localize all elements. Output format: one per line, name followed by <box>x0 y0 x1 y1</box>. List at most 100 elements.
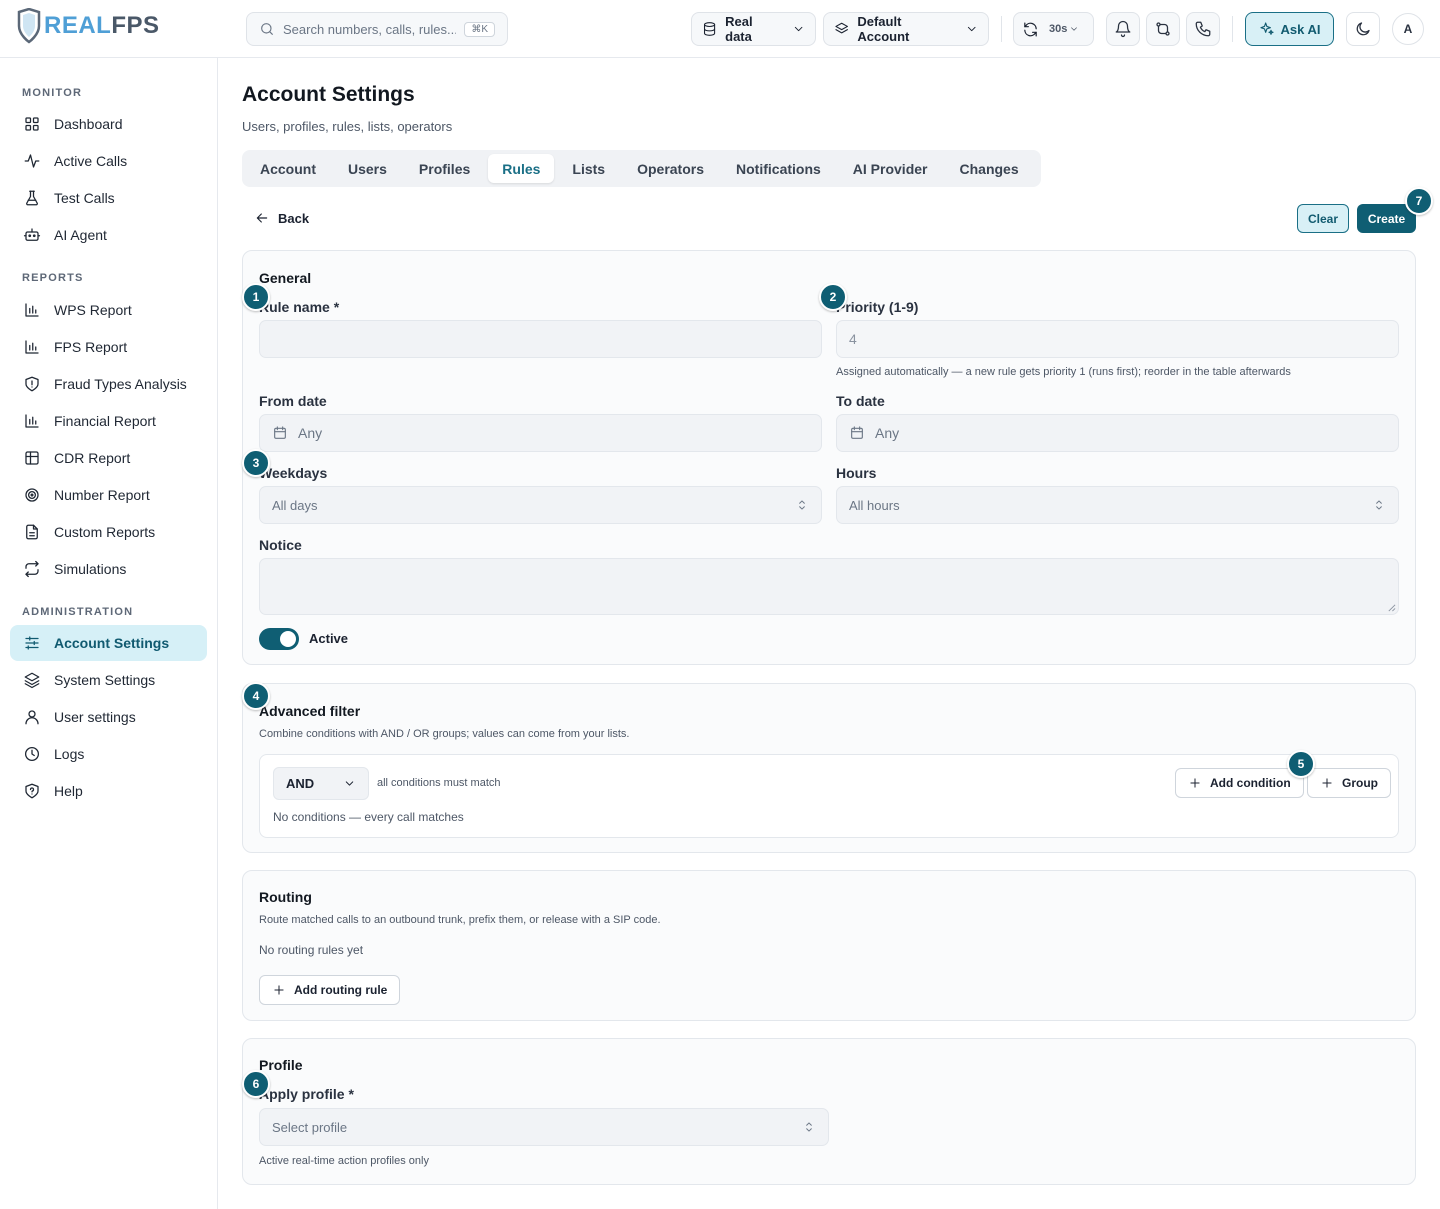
step-badge-7: 7 <box>1405 187 1433 215</box>
activity-icon <box>24 154 40 168</box>
routing-card: Routing Route matched calls to an outbou… <box>242 870 1416 1021</box>
notice-label: Notice <box>259 537 302 553</box>
tab-users[interactable]: Users <box>334 154 401 183</box>
step-badge-4: 4 <box>242 682 270 710</box>
sidebar-item-label: AI Agent <box>54 227 107 243</box>
apply-profile-select[interactable]: Select profile <box>259 1108 829 1146</box>
clear-button[interactable]: Clear <box>1297 204 1349 233</box>
add-condition-button[interactable]: Add condition <box>1175 768 1304 798</box>
target-icon <box>25 488 39 502</box>
sidebar-item-simulations[interactable]: Simulations <box>10 551 207 587</box>
notice-textarea[interactable] <box>259 558 1399 615</box>
toolbar-divider <box>1232 16 1233 42</box>
sidebar-item-label: Fraud Types Analysis <box>54 376 187 392</box>
account-select[interactable]: Default Account <box>823 12 989 46</box>
no-conditions-text: No conditions — every call matches <box>273 810 464 824</box>
tab-changes[interactable]: Changes <box>946 154 1033 183</box>
theme-toggle-button[interactable] <box>1346 12 1380 46</box>
main-content: Account Settings Users, profiles, rules,… <box>218 58 1440 1209</box>
sidebar-item-fraud-types-analysis[interactable]: Fraud Types Analysis <box>10 366 207 402</box>
sidebar-item-test-calls[interactable]: Test Calls <box>10 180 207 216</box>
sidebar-item-user-settings[interactable]: User settings <box>10 699 207 735</box>
add-routing-rule-label: Add routing rule <box>294 983 388 997</box>
phone-button[interactable] <box>1186 12 1220 46</box>
tab-account[interactable]: Account <box>246 154 330 183</box>
app-logo[interactable]: REALFPS <box>16 8 160 44</box>
weekdays-select[interactable]: All days <box>259 486 822 524</box>
sidebar-item-account-settings[interactable]: Account Settings <box>10 625 207 661</box>
database-icon <box>703 22 716 36</box>
weekdays-value: All days <box>272 497 318 513</box>
sidebar-section-administration: ADMINISTRATION <box>22 606 134 618</box>
tab-ai-provider[interactable]: AI Provider <box>839 154 942 183</box>
add-group-button[interactable]: Group <box>1307 768 1391 798</box>
plus-icon <box>1190 778 1200 788</box>
sidebar-item-label: Custom Reports <box>54 524 156 540</box>
shield-alert-icon <box>25 376 39 392</box>
git-compare-icon <box>1156 22 1170 36</box>
sidebar-item-active-calls[interactable]: Active Calls <box>10 143 207 179</box>
chevron-down-icon <box>967 26 976 32</box>
tab-operators[interactable]: Operators <box>623 154 718 183</box>
add-routing-rule-button[interactable]: Add routing rule <box>259 975 401 1005</box>
apply-profile-hint: Active real-time action profiles only <box>259 1155 429 1167</box>
sidebar-item-logs[interactable]: Logs <box>10 736 207 772</box>
search-placeholder: Search numbers, calls, rules... <box>283 21 457 37</box>
logo-text-real: REAL <box>44 12 112 39</box>
tab-rules[interactable]: Rules <box>488 154 555 183</box>
resize-handle-icon[interactable] <box>1387 603 1396 612</box>
apply-profile-placeholder: Select profile <box>272 1119 348 1135</box>
advanced-filter-description: Combine conditions with AND / OR groups;… <box>259 728 630 740</box>
sidebar-item-ai-agent[interactable]: AI Agent <box>10 217 207 253</box>
top-bar: REALFPS Search numbers, calls, rules... … <box>0 0 1440 58</box>
chevrons-up-down-icon <box>1376 500 1382 510</box>
sidebar-section-monitor: MONITOR <box>22 87 83 99</box>
sidebar-item-custom-reports[interactable]: Custom Reports <box>10 514 207 550</box>
sidebar-item-help[interactable]: Help <box>10 773 207 809</box>
tab-profiles[interactable]: Profiles <box>405 154 484 183</box>
sidebar-item-system-settings[interactable]: System Settings <box>10 662 207 698</box>
sidebar-item-financial-report[interactable]: Financial Report <box>10 403 207 439</box>
sidebar-item-label: Test Calls <box>54 190 115 206</box>
page-title: Account Settings <box>242 83 415 106</box>
sidebar-item-number-report[interactable]: Number Report <box>10 477 207 513</box>
data-source-select[interactable]: Real data <box>691 12 816 46</box>
sidebar-item-label: Account Settings <box>54 635 170 651</box>
notifications-button[interactable] <box>1106 12 1140 46</box>
toolbar-divider <box>1001 16 1002 42</box>
chevrons-up-down-icon <box>806 1122 812 1132</box>
logic-operator-select[interactable]: AND <box>273 767 369 800</box>
hours-value: All hours <box>849 497 900 513</box>
plus-icon <box>1322 778 1332 788</box>
refresh-interval-select[interactable]: 30s <box>1049 23 1079 35</box>
refresh-control[interactable]: 30s <box>1013 12 1094 46</box>
user-avatar-button[interactable]: A <box>1392 13 1424 45</box>
sidebar-item-label: User settings <box>54 709 136 725</box>
to-date-picker[interactable]: Any <box>836 414 1399 452</box>
grid-icon <box>25 117 39 131</box>
advanced-filter-heading: Advanced filter <box>259 703 361 719</box>
sidebar-item-cdr-report[interactable]: CDR Report <box>10 440 207 476</box>
hours-select[interactable]: All hours <box>836 486 1399 524</box>
ask-ai-button[interactable]: Ask AI <box>1245 12 1334 46</box>
from-date-picker[interactable]: Any <box>259 414 822 452</box>
chevron-down-icon <box>1071 27 1078 31</box>
tab-lists[interactable]: Lists <box>558 154 619 183</box>
tab-notifications[interactable]: Notifications <box>722 154 835 183</box>
sidebar-item-wps-report[interactable]: WPS Report <box>10 292 207 328</box>
sidebar-item-label: Logs <box>54 746 85 762</box>
rule-name-input[interactable] <box>259 320 822 358</box>
sidebar-item-fps-report[interactable]: FPS Report <box>10 329 207 365</box>
back-button[interactable]: Back <box>254 210 309 226</box>
chevron-down-icon <box>794 26 803 32</box>
sidebar-item-label: Simulations <box>54 561 127 577</box>
condition-group: AND all conditions must match No conditi… <box>259 754 1399 838</box>
sidebar-item-label: Active Calls <box>54 153 128 169</box>
logo-text-fps: FPS <box>111 12 160 39</box>
sidebar-item-dashboard[interactable]: Dashboard <box>10 106 207 142</box>
git-compare-button[interactable] <box>1146 12 1180 46</box>
apply-profile-label: Apply profile * <box>259 1086 354 1102</box>
global-search-input[interactable]: Search numbers, calls, rules... ⌘K <box>246 12 508 46</box>
calendar-icon <box>851 426 863 439</box>
active-toggle[interactable] <box>259 628 299 650</box>
